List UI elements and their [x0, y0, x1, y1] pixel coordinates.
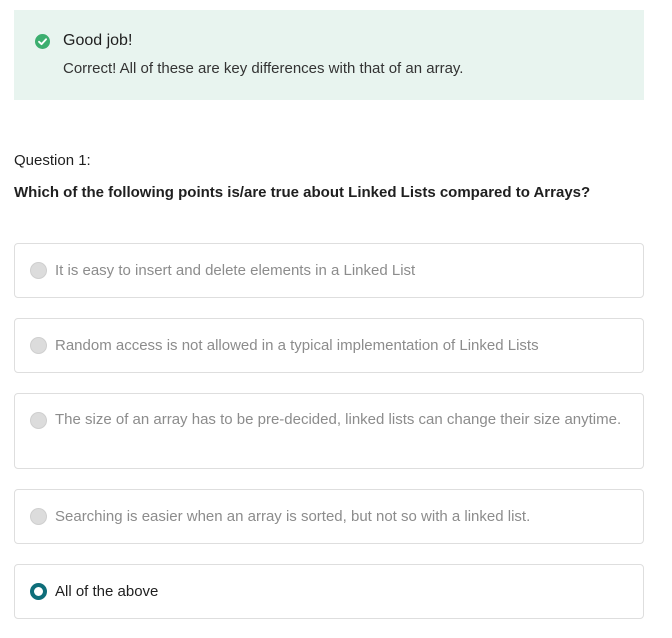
- option-label: It is easy to insert and delete elements…: [55, 261, 416, 279]
- option-label: The size of an array has to be pre-decid…: [55, 411, 622, 428]
- radio-button[interactable]: [30, 262, 47, 279]
- option-2[interactable]: Random access is not allowed in a typica…: [14, 318, 644, 373]
- option-5[interactable]: All of the above: [14, 564, 644, 619]
- quiz-page: Good job! Correct! All of these are key …: [0, 0, 672, 638]
- question-number: Question 1:: [14, 152, 91, 169]
- radio-button[interactable]: [30, 508, 47, 525]
- radio-button-selected[interactable]: [30, 583, 47, 600]
- option-1[interactable]: It is easy to insert and delete elements…: [14, 243, 644, 298]
- option-label: Random access is not allowed in a typica…: [55, 336, 539, 354]
- feedback-banner: Good job! Correct! All of these are key …: [14, 10, 644, 100]
- option-label: All of the above: [55, 582, 159, 600]
- answer-options: It is easy to insert and delete elements…: [14, 243, 644, 638]
- option-label: Searching is easier when an array is sor…: [55, 507, 531, 525]
- check-circle-icon: [35, 34, 50, 49]
- radio-button[interactable]: [30, 412, 47, 429]
- question-text: Which of the following points is/are tru…: [14, 184, 591, 201]
- feedback-title: Good job!: [63, 32, 133, 49]
- radio-button[interactable]: [30, 337, 47, 354]
- feedback-message: Correct! All of these are key difference…: [63, 60, 464, 77]
- option-4[interactable]: Searching is easier when an array is sor…: [14, 489, 644, 544]
- option-3[interactable]: The size of an array has to be pre-decid…: [14, 393, 644, 469]
